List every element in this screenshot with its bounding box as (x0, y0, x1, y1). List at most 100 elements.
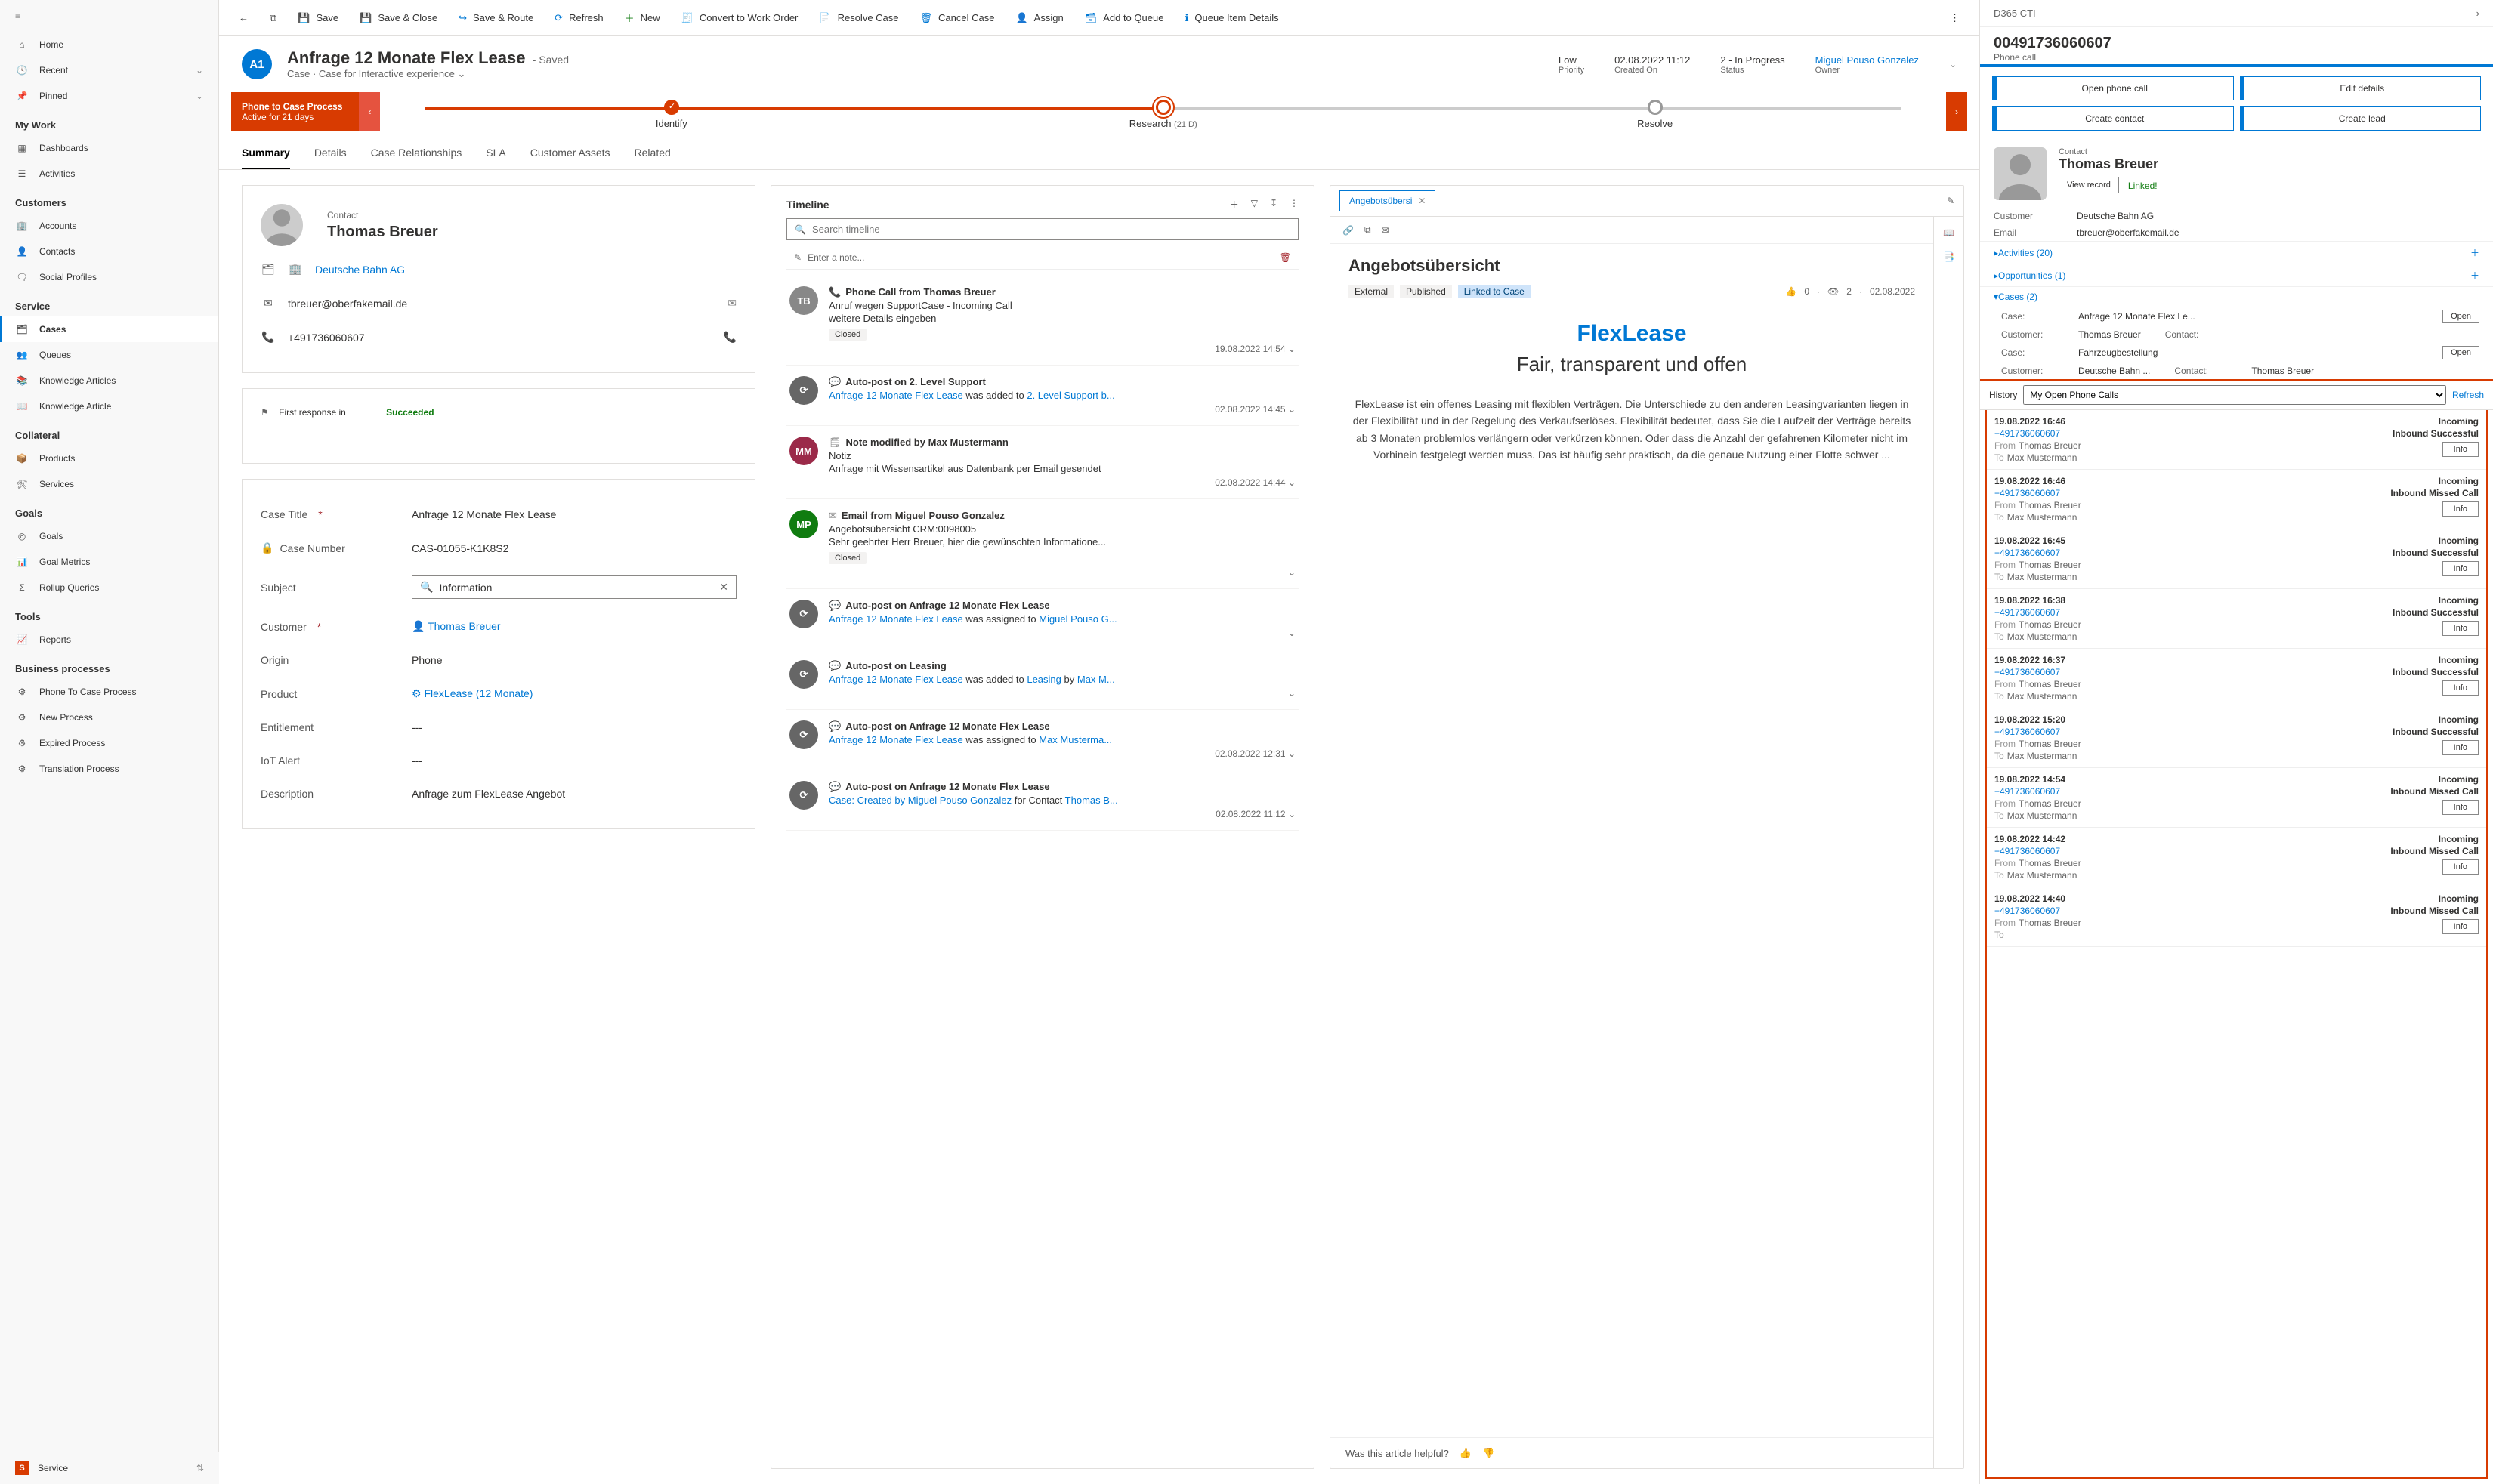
timeline-more-button[interactable]: ⋮ (1290, 198, 1299, 211)
nav-transproc[interactable]: ⚙Translation Process (0, 756, 218, 782)
field-entitlement[interactable]: --- (412, 721, 737, 733)
tab-sla[interactable]: SLA (486, 137, 505, 169)
timeline-item[interactable]: TB 📞Phone Call from Thomas Breuer Anruf … (786, 276, 1299, 366)
kb-similar-icon[interactable]: 📑 (1943, 251, 1954, 262)
nav-recent[interactable]: 🕓Recent⌄ (0, 57, 218, 83)
bpf-stage-identify[interactable]: Identify (425, 95, 917, 129)
history-info-button[interactable]: Info (2442, 680, 2479, 696)
field-casetitle[interactable]: Anfrage 12 Monate Flex Lease (412, 508, 737, 520)
timeline-item[interactable]: ⟳ 💬Auto-post on Leasing Anfrage 12 Monat… (786, 649, 1299, 710)
kb-link-icon[interactable]: 🔗 (1342, 225, 1354, 236)
delete-icon[interactable]: 🗑 (1280, 252, 1291, 263)
history-info-button[interactable]: Info (2442, 740, 2479, 755)
nav-home[interactable]: ⌂Home (0, 32, 218, 57)
tab-summary[interactable]: Summary (242, 137, 290, 169)
timeline-search[interactable]: 🔍 (786, 218, 1299, 240)
history-item[interactable]: 19.08.2022 14:40Incoming +491736060607In… (1987, 887, 2486, 947)
contact-company-row[interactable]: 🗂🏢Deutsche Bahn AG (261, 252, 737, 286)
field-iotalert[interactable]: --- (412, 754, 737, 767)
tab-related[interactable]: Related (635, 137, 671, 169)
kb-mail-icon[interactable]: ✉ (1382, 225, 1389, 236)
nav-expproc[interactable]: ⚙Expired Process (0, 730, 218, 756)
thumbs-down-icon[interactable]: 👎 (1482, 1447, 1494, 1459)
timeline-item[interactable]: MP ✉Email from Miguel Pouso Gonzalez Ang… (786, 499, 1299, 589)
cti-open-phonecall-button[interactable]: Open phone call (1992, 76, 2234, 100)
record-subtitle[interactable]: Case · Case for Interactive experience ⌄ (287, 68, 569, 80)
cti-opportunities-section[interactable]: ▸ Opportunities (1)＋ (1980, 264, 2493, 286)
timeline-add-button[interactable]: ＋ (1230, 198, 1239, 211)
meta-priority[interactable]: LowPriority (1559, 54, 1584, 75)
bpf-name[interactable]: Phone to Case Process Active for 21 days (231, 92, 359, 131)
thumbs-up-icon[interactable]: 👍 (1460, 1447, 1472, 1459)
history-item[interactable]: 19.08.2022 15:20Incoming +491736060607In… (1987, 708, 2486, 768)
cti-open-case-button[interactable]: Open (2442, 346, 2479, 359)
nav-newproc[interactable]: ⚙New Process (0, 705, 218, 730)
history-item[interactable]: 19.08.2022 16:46Incoming +491736060607In… (1987, 470, 2486, 529)
like-icon[interactable]: 👍 (1785, 286, 1796, 297)
new-button[interactable]: ＋New (617, 6, 668, 29)
area-picker[interactable]: S Service ⇅ (0, 1452, 219, 1484)
contact-phone-row[interactable]: 📞+491736060607📞 (261, 320, 737, 354)
save-button[interactable]: 💾Save (290, 8, 346, 29)
history-info-button[interactable]: Info (2442, 442, 2479, 457)
field-subject[interactable]: 🔍 Information ✕ (412, 575, 737, 599)
call-action-icon[interactable]: 📞 (724, 331, 737, 344)
cti-edit-details-button[interactable]: Edit details (2240, 76, 2482, 100)
nav-services[interactable]: 🛠Services (0, 471, 218, 497)
cti-header[interactable]: D365 CTI› (1980, 0, 2493, 27)
timeline-search-input[interactable] (812, 224, 1290, 235)
history-item[interactable]: 19.08.2022 14:54Incoming +491736060607In… (1987, 768, 2486, 828)
timeline-item[interactable]: ⟳ 💬Auto-post on Anfrage 12 Monate Flex L… (786, 710, 1299, 770)
history-info-button[interactable]: Info (2442, 501, 2479, 517)
history-item[interactable]: 19.08.2022 16:37Incoming +491736060607In… (1987, 649, 2486, 708)
history-item[interactable]: 19.08.2022 16:38Incoming +491736060607In… (1987, 589, 2486, 649)
plus-icon[interactable]: ＋ (2470, 269, 2479, 282)
timeline-item[interactable]: ⟳ 💬Auto-post on Anfrage 12 Monate Flex L… (786, 589, 1299, 649)
bpf-stage-research[interactable]: Research (21 D) (917, 95, 1409, 129)
field-customer[interactable]: 👤 Thomas Breuer (412, 620, 737, 633)
nav-rollup[interactable]: ΣRollup Queries (0, 575, 218, 600)
saveclose-button[interactable]: 💾Save & Close (352, 8, 445, 29)
kb-badge-linked[interactable]: Linked to Case (1458, 285, 1531, 298)
nav-social[interactable]: 🗨Social Profiles (0, 264, 218, 290)
nav-products[interactable]: 📦Products (0, 446, 218, 471)
tab-customerassets[interactable]: Customer Assets (530, 137, 610, 169)
nav-contacts[interactable]: 👤Contacts (0, 239, 218, 264)
nav-goalmetrics[interactable]: 📊Goal Metrics (0, 549, 218, 575)
field-description[interactable]: Anfrage zum FlexLease Angebot (412, 788, 737, 800)
kb-edit-button[interactable]: ✎ (1947, 196, 1954, 206)
timeline-filter-button[interactable]: ▽ (1251, 198, 1258, 211)
nav-ptcp[interactable]: ⚙Phone To Case Process (0, 679, 218, 705)
field-product[interactable]: ⚙ FlexLease (12 Monate) (412, 687, 737, 700)
convert-wo-button[interactable]: 🧾Convert to Work Order (674, 8, 806, 29)
cancel-case-button[interactable]: 🗑Cancel Case (913, 8, 1002, 29)
cti-cases-section[interactable]: ▾ Cases (2) (1980, 286, 2493, 307)
history-item[interactable]: 19.08.2022 14:42Incoming +491736060607In… (1987, 828, 2486, 887)
nav-accounts[interactable]: 🏢Accounts (0, 213, 218, 239)
hamburger-icon[interactable]: ≡ (0, 0, 218, 32)
nav-queues[interactable]: 👥Queues (0, 342, 218, 368)
bpf-stage-resolve[interactable]: Resolve (1409, 95, 1901, 129)
refresh-button[interactable]: ⟳Refresh (547, 8, 610, 29)
history-info-button[interactable]: Info (2442, 859, 2479, 875)
saveroute-button[interactable]: ↪Save & Route (451, 8, 541, 29)
bpf-next-button[interactable]: › (1946, 92, 1967, 131)
overflow-button[interactable]: ⋮ (1942, 8, 1967, 29)
nav-activities[interactable]: ☰Activities (0, 161, 218, 187)
kb-tab[interactable]: Angebotsübersi✕ (1339, 190, 1435, 211)
assign-button[interactable]: 👤Assign (1008, 8, 1070, 29)
timeline-item[interactable]: MM 🗒Note modified by Max Mustermann Noti… (786, 426, 1299, 499)
timeline-sort-button[interactable]: ↧ (1270, 198, 1277, 211)
kb-book-icon[interactable]: 📖 (1943, 227, 1954, 238)
nav-reports[interactable]: 📈Reports (0, 627, 218, 653)
history-item[interactable]: 19.08.2022 16:45Incoming +491736060607In… (1987, 529, 2486, 589)
bpf-prev-button[interactable]: ‹ (359, 92, 380, 131)
timeline-note-input[interactable]: ✎ Enter a note... 🗑 (786, 246, 1299, 270)
contact-email-row[interactable]: ✉tbreuer@oberfakemail.de✉ (261, 286, 737, 320)
mail-action-icon[interactable]: ✉ (728, 297, 737, 310)
nav-dashboards[interactable]: ▦Dashboards (0, 135, 218, 161)
meta-owner[interactable]: Miguel Pouso GonzalezOwner (1815, 54, 1919, 75)
resolve-case-button[interactable]: 📄Resolve Case (811, 8, 906, 29)
history-info-button[interactable]: Info (2442, 919, 2479, 934)
nav-goals[interactable]: ◎Goals (0, 523, 218, 549)
